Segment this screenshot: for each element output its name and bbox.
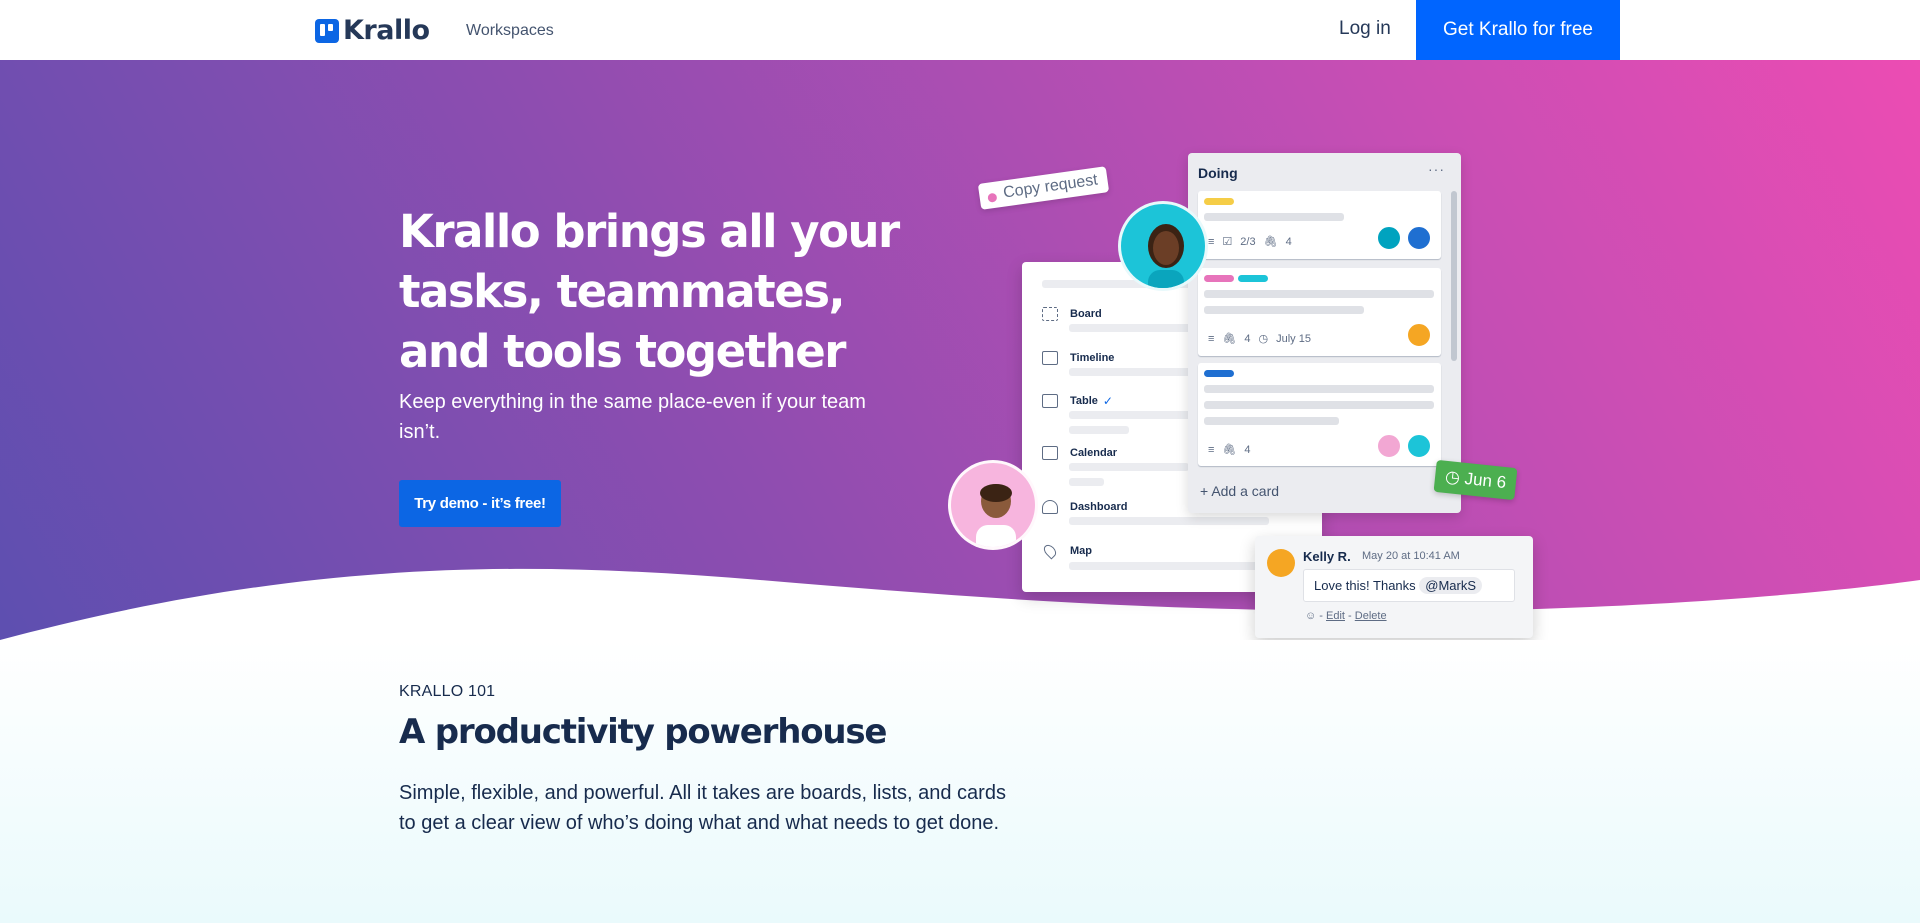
board-icon bbox=[1042, 307, 1058, 321]
attachment-count: 4 bbox=[1244, 332, 1251, 345]
member-avatar bbox=[1376, 225, 1402, 251]
view-map[interactable]: Map bbox=[1041, 542, 1092, 560]
view-label: Timeline bbox=[1070, 352, 1115, 364]
attachment-count: 4 bbox=[1285, 235, 1292, 248]
edit-link[interactable]: Edit bbox=[1326, 610, 1345, 622]
card-meta: ≡ ☑ 2/3 🖇 4 bbox=[1208, 235, 1300, 249]
placeholder-bar bbox=[1069, 562, 1269, 570]
section-body: Simple, flexible, and powerful. All it t… bbox=[399, 782, 1006, 834]
card-meta: ≡ 🖇 4 ◷ July 15 bbox=[1208, 332, 1319, 346]
view-label: Calendar bbox=[1070, 447, 1118, 459]
commenter-avatar bbox=[1267, 549, 1295, 577]
attachment-icon: 🖇 bbox=[1222, 333, 1237, 345]
member-avatar bbox=[1406, 322, 1432, 348]
checklist-count: 2/3 bbox=[1240, 235, 1256, 248]
placeholder-bar bbox=[1204, 213, 1344, 221]
comment-text: Love this! Thanks bbox=[1314, 578, 1416, 593]
card-1[interactable]: ≡ ☑ 2/3 🖇 4 bbox=[1198, 191, 1441, 259]
add-card-button[interactable]: + Add a card bbox=[1200, 483, 1279, 499]
attachment-count: 4 bbox=[1244, 443, 1251, 456]
description-icon: ≡ bbox=[1208, 443, 1215, 456]
krallo-logo-icon bbox=[315, 18, 339, 43]
card-3[interactable]: ≡ 🖇 4 bbox=[1198, 363, 1441, 466]
comment-actions: ☺ - Edit - Delete bbox=[1305, 610, 1387, 622]
clock-icon: ◷ bbox=[1444, 466, 1461, 488]
delete-link[interactable]: Delete bbox=[1355, 610, 1387, 622]
timeline-icon bbox=[1042, 351, 1058, 365]
doing-list: Doing ··· ≡ ☑ 2/3 🖇 4 ≡ 🖇 4 ◷ July 15 ≡ … bbox=[1188, 153, 1461, 513]
member-avatar bbox=[1406, 225, 1432, 251]
more-icon[interactable]: ··· bbox=[1428, 161, 1445, 177]
description-icon: ≡ bbox=[1208, 235, 1215, 248]
view-dashboard[interactable]: Dashboard bbox=[1042, 500, 1127, 514]
section-heading: A productivity powerhouse bbox=[399, 712, 887, 752]
section-eyebrow: KRALLO 101 bbox=[399, 683, 496, 700]
add-card-label: Add a card bbox=[1211, 483, 1280, 499]
description-icon: ≡ bbox=[1208, 332, 1215, 345]
placeholder-bar bbox=[1204, 306, 1364, 314]
dashboard-icon bbox=[1042, 500, 1058, 514]
view-board[interactable]: Board bbox=[1042, 307, 1102, 321]
due-date-text: July 15 bbox=[1276, 332, 1311, 345]
hero-title: Krallo brings all your tasks, teammates,… bbox=[399, 205, 900, 378]
try-demo-button[interactable]: Try demo - it’s free! bbox=[399, 480, 561, 527]
label-pink bbox=[1204, 275, 1234, 282]
emoji-icon[interactable]: ☺ bbox=[1305, 610, 1316, 622]
calendar-icon bbox=[1042, 446, 1058, 460]
mention-chip[interactable]: @MarkS bbox=[1419, 577, 1483, 594]
placeholder-bar bbox=[1069, 411, 1199, 419]
get-free-button[interactable]: Get Krallo for free bbox=[1416, 0, 1620, 60]
top-nav: Krallo Workspaces Log in Get Krallo for … bbox=[0, 0, 1920, 60]
plus-icon: + bbox=[1200, 483, 1209, 499]
member-avatar bbox=[1376, 433, 1402, 459]
teammate-avatar-woman bbox=[1118, 201, 1208, 291]
label-blue bbox=[1204, 370, 1234, 377]
attachment-icon: 🖇 bbox=[1263, 236, 1278, 248]
placeholder-bar bbox=[1204, 417, 1339, 425]
map-pin-icon bbox=[1041, 542, 1059, 560]
due-date-text: Jun 6 bbox=[1463, 468, 1508, 493]
view-label: Map bbox=[1070, 545, 1092, 557]
placeholder-bar bbox=[1069, 426, 1129, 434]
teammate-avatar-man bbox=[948, 460, 1038, 550]
placeholder-bar bbox=[1204, 290, 1434, 298]
nav-workspaces-link[interactable]: Workspaces bbox=[466, 22, 554, 40]
label-yellow bbox=[1204, 198, 1234, 205]
hero-section: Krallo brings all your tasks, teammates,… bbox=[0, 60, 1920, 680]
placeholder-bar bbox=[1204, 401, 1434, 409]
hero-subtitle: Keep everything in the same place-even i… bbox=[399, 391, 866, 443]
list-title: Doing bbox=[1198, 165, 1238, 181]
placeholder-bar bbox=[1069, 463, 1189, 471]
placeholder-bar bbox=[1069, 478, 1104, 486]
view-calendar[interactable]: Calendar bbox=[1042, 446, 1117, 460]
brand-name: Krallo bbox=[343, 15, 430, 46]
checklist-icon: ☑ bbox=[1222, 236, 1233, 248]
view-label: Table bbox=[1070, 395, 1098, 407]
krallo-logo[interactable]: Krallo bbox=[315, 15, 430, 46]
hero-wave-divider bbox=[0, 568, 1920, 680]
card-2[interactable]: ≡ 🖇 4 ◷ July 15 bbox=[1198, 268, 1441, 356]
comment-time: May 20 at 10:41 AM bbox=[1362, 550, 1460, 562]
view-timeline[interactable]: Timeline bbox=[1042, 351, 1114, 365]
placeholder-bar bbox=[1204, 385, 1434, 393]
login-link[interactable]: Log in bbox=[1339, 18, 1391, 40]
check-icon: ✓ bbox=[1102, 394, 1113, 408]
attachment-icon: 🖇 bbox=[1222, 444, 1237, 456]
view-label: Dashboard bbox=[1070, 501, 1128, 513]
card-meta: ≡ 🖇 4 bbox=[1208, 443, 1259, 457]
label-cyan bbox=[1238, 275, 1268, 282]
placeholder-bar bbox=[1069, 517, 1269, 525]
comment-author: Kelly R. bbox=[1303, 549, 1351, 564]
table-icon bbox=[1042, 394, 1058, 408]
view-table[interactable]: Table ✓ bbox=[1042, 394, 1113, 408]
comment-card: Kelly R. May 20 at 10:41 AM Love this! T… bbox=[1255, 536, 1533, 638]
view-label: Board bbox=[1070, 308, 1102, 320]
list-scrollbar[interactable] bbox=[1451, 191, 1457, 361]
member-avatar bbox=[1406, 433, 1432, 459]
comment-text-box[interactable]: Love this! Thanks @MarkS bbox=[1303, 569, 1515, 602]
clock-icon: ◷ bbox=[1258, 333, 1269, 345]
